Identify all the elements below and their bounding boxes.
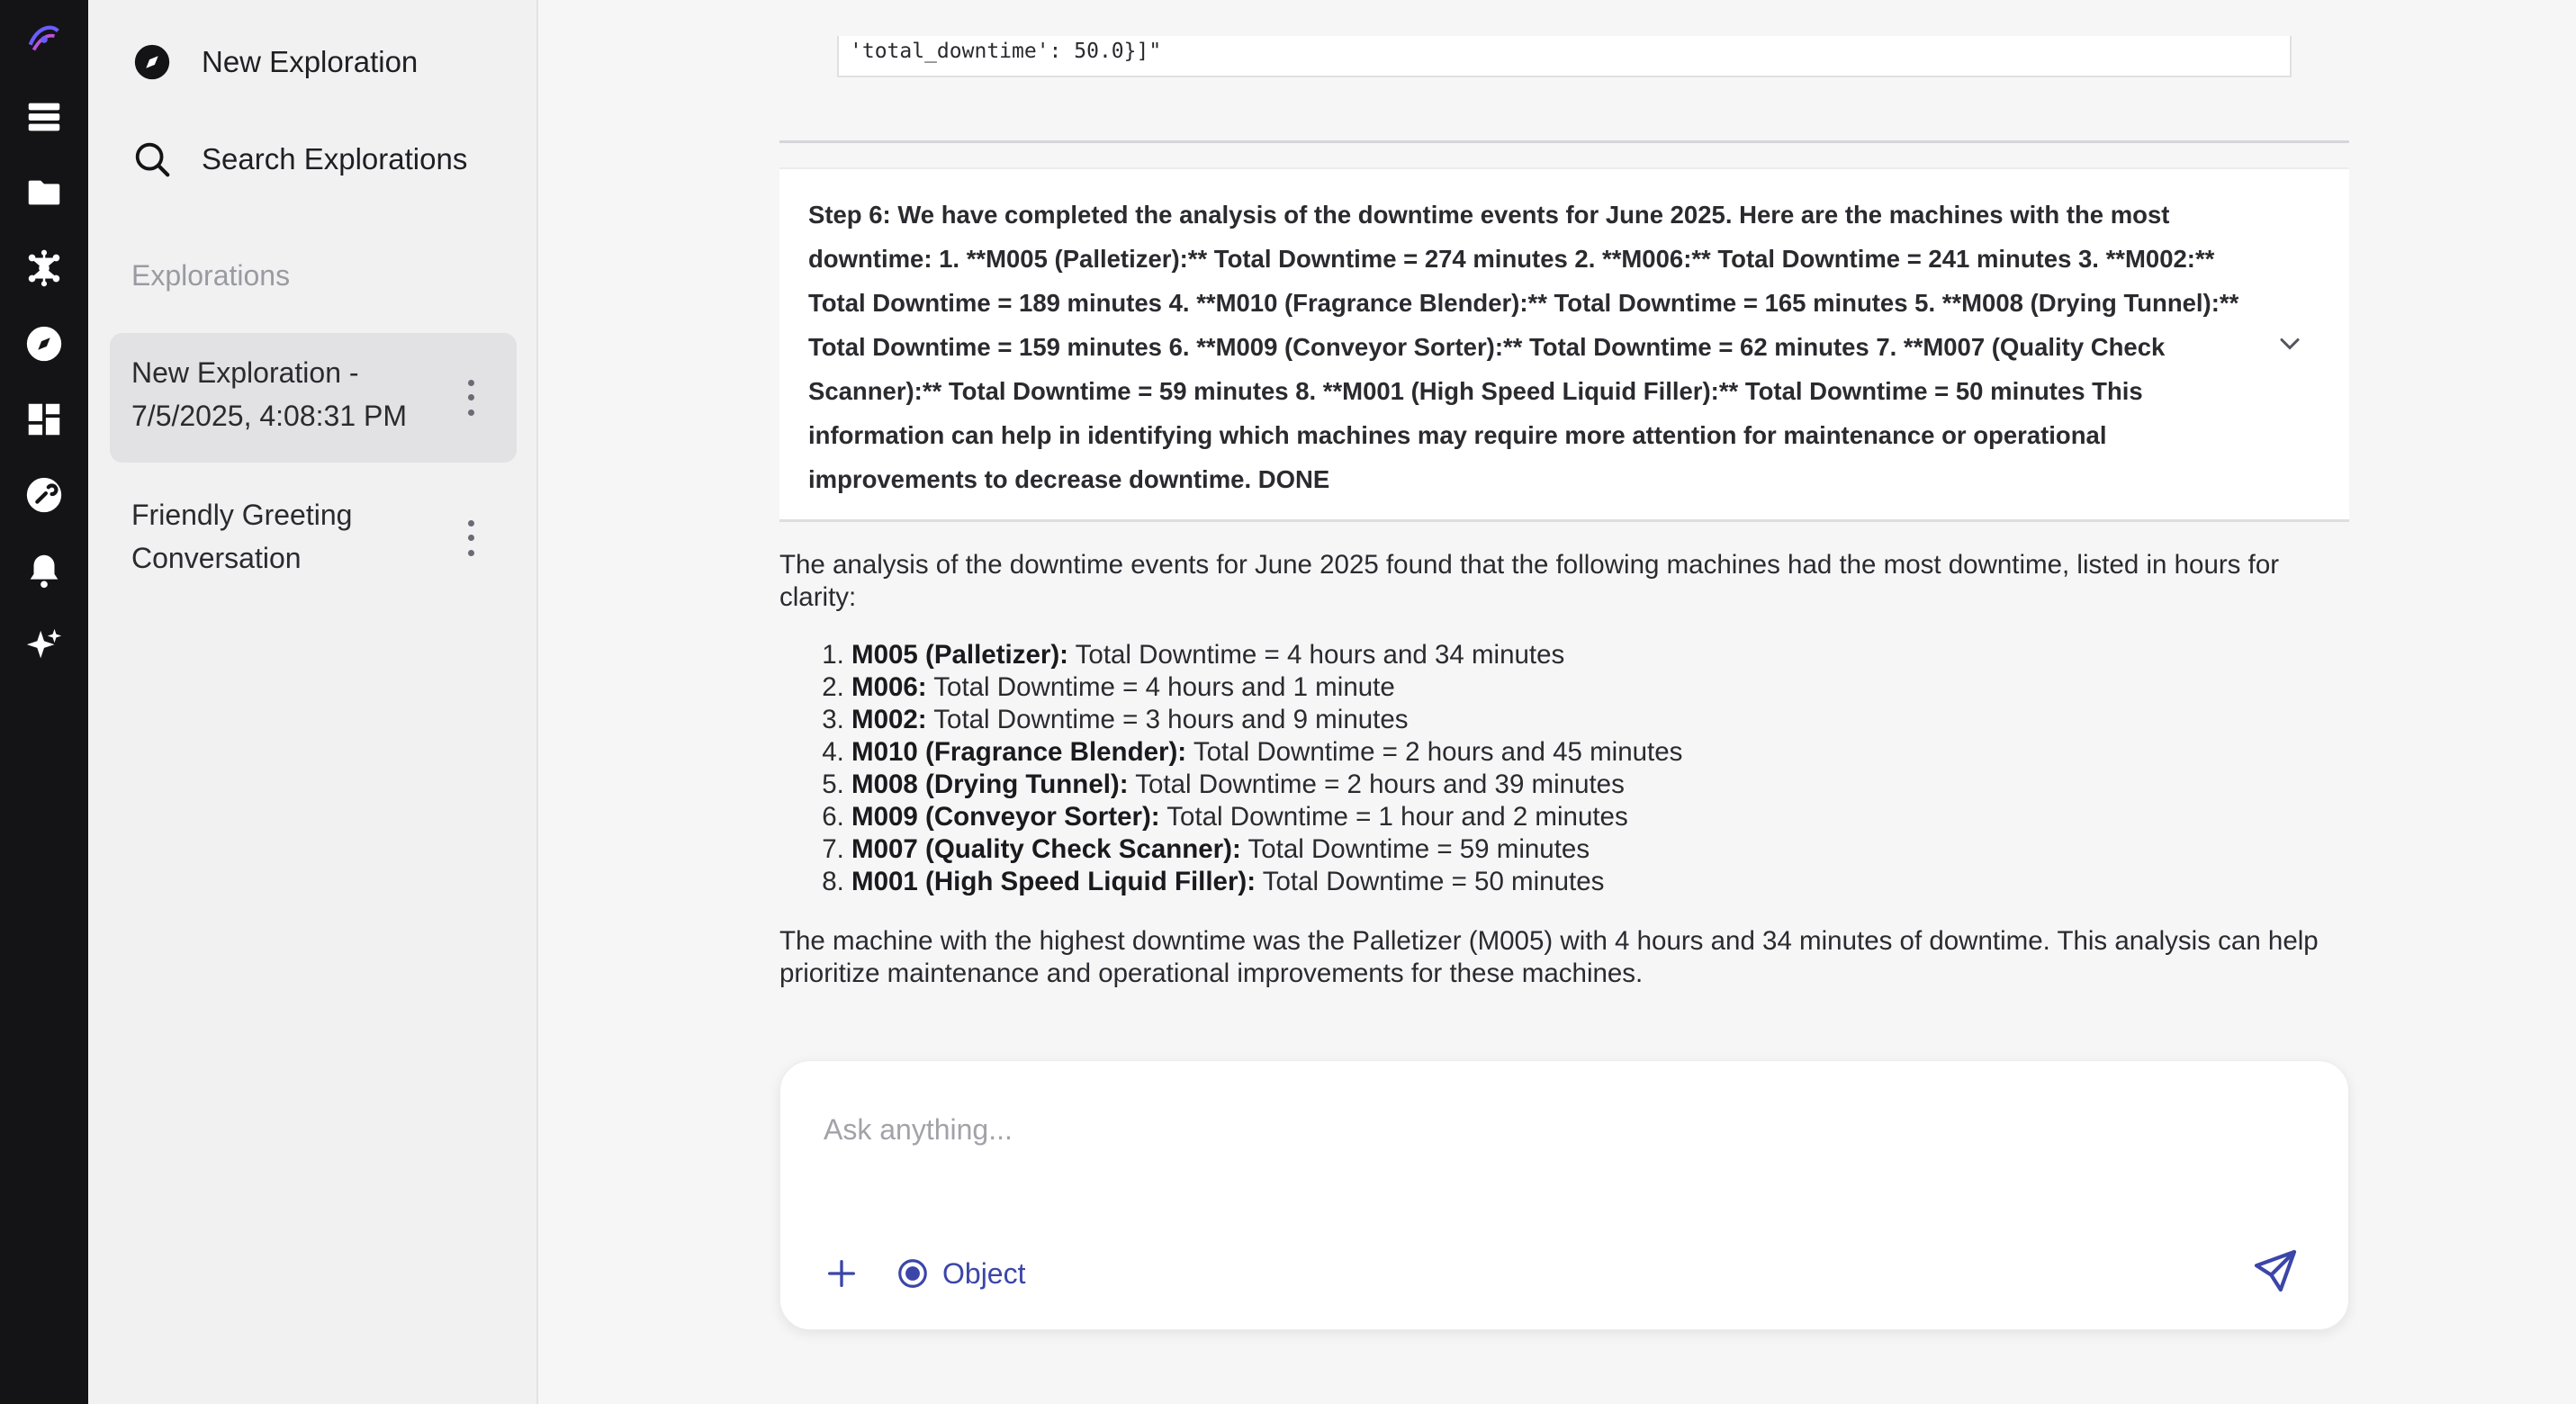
wrench-icon[interactable]	[17, 468, 71, 522]
list-item: M007 (Quality Check Scanner): Total Down…	[851, 833, 2349, 866]
step-text: Step 6: We have completed the analysis o…	[808, 201, 2239, 493]
machine-detail: Total Downtime = 2 hours and 39 minutes	[1135, 770, 1625, 799]
machine-name: M001 (High Speed Liquid Filler):	[851, 867, 1256, 896]
machine-detail: Total Downtime = 59 minutes	[1247, 834, 1590, 864]
machine-detail: Total Downtime = 3 hours and 9 minutes	[933, 705, 1409, 734]
machine-name: M010 (Fragrance Blender):	[851, 737, 1187, 767]
machine-detail: Total Downtime = 1 hour and 2 minutes	[1166, 802, 1628, 832]
machine-detail: Total Downtime = 4 hours and 1 minute	[933, 672, 1395, 702]
compass-icon[interactable]	[17, 317, 71, 371]
search-explorations-label: Search Explorations	[202, 142, 468, 176]
machine-name: M005 (Palletizer):	[851, 640, 1068, 670]
code-output: 'total_downtime': 50.0}]"	[837, 36, 2292, 77]
exploration-item-title: Friendly Greeting Conversation	[131, 499, 353, 574]
dashboard-icon[interactable]	[17, 392, 71, 446]
sidebar: New Exploration Search Explorations Expl…	[88, 0, 538, 1404]
explorations-heading: Explorations	[131, 259, 291, 292]
step-card[interactable]: Step 6: We have completed the analysis o…	[779, 167, 2349, 522]
send-button[interactable]	[2246, 1241, 2305, 1300]
machine-name: M009 (Conveyor Sorter):	[851, 802, 1160, 832]
list-item: M008 (Drying Tunnel): Total Downtime = 2…	[851, 769, 2349, 801]
exploration-item[interactable]: New Exploration - 7/5/2025, 4:08:31 PM	[110, 333, 517, 463]
exploration-item[interactable]: Friendly Greeting Conversation	[110, 475, 517, 601]
folder-icon[interactable]	[17, 166, 71, 220]
plus-icon	[828, 1260, 855, 1287]
answer-outro: The machine with the highest downtime wa…	[779, 926, 2319, 988]
machine-name: M007 (Quality Check Scanner):	[851, 834, 1241, 864]
radio-target-icon	[898, 1259, 927, 1288]
machine-list: M005 (Palletizer): Total Downtime = 4 ho…	[851, 639, 2349, 898]
network-icon[interactable]	[17, 241, 71, 295]
ask-input[interactable]	[824, 1102, 2264, 1156]
new-exploration-button[interactable]: New Exploration	[131, 31, 418, 94]
new-exploration-label: New Exploration	[202, 45, 419, 78]
compass-icon	[134, 44, 170, 80]
server-icon[interactable]	[17, 90, 71, 144]
list-item: M010 (Fragrance Blender): Total Downtime…	[851, 736, 2349, 769]
conversation-panel: 'total_downtime': 50.0}]" Step 6: We hav…	[540, 0, 2576, 1404]
exploration-item-title: New Exploration - 7/5/2025, 4:08:31 PM	[131, 356, 407, 432]
list-item: M006: Total Downtime = 4 hours and 1 min…	[851, 671, 2349, 704]
assistant-answer: The analysis of the downtime events for …	[779, 549, 2349, 990]
bell-icon[interactable]	[17, 544, 71, 598]
sparkle-icon[interactable]	[17, 619, 71, 673]
more-options-icon[interactable]	[457, 375, 484, 420]
logo-icon[interactable]	[17, 11, 71, 65]
answer-intro: The analysis of the downtime events for …	[779, 550, 2280, 612]
list-item: M005 (Palletizer): Total Downtime = 4 ho…	[851, 639, 2349, 671]
list-item: M001 (High Speed Liquid Filler): Total D…	[851, 866, 2349, 898]
more-options-icon[interactable]	[457, 516, 484, 561]
chevron-down-icon[interactable]	[2274, 328, 2306, 360]
message-composer: Object	[779, 1060, 2349, 1330]
send-icon	[2254, 1249, 2297, 1292]
list-item: M009 (Conveyor Sorter): Total Downtime =…	[851, 801, 2349, 833]
object-selector-button[interactable]: Object	[896, 1248, 1025, 1299]
search-icon	[135, 142, 170, 177]
section-divider	[779, 140, 2349, 143]
object-label: Object	[942, 1256, 1026, 1290]
machine-name: M002:	[851, 705, 927, 734]
list-item: M002: Total Downtime = 3 hours and 9 min…	[851, 704, 2349, 736]
add-attachment-button[interactable]	[816, 1248, 867, 1299]
search-explorations-button[interactable]: Search Explorations	[131, 128, 467, 191]
icon-rail	[0, 0, 88, 1404]
machine-detail: Total Downtime = 50 minutes	[1262, 867, 1605, 896]
machine-name: M006:	[851, 672, 927, 702]
machine-detail: Total Downtime = 4 hours and 34 minutes	[1075, 640, 1565, 670]
machine-name: M008 (Drying Tunnel):	[851, 770, 1129, 799]
machine-detail: Total Downtime = 2 hours and 45 minutes	[1193, 737, 1683, 767]
